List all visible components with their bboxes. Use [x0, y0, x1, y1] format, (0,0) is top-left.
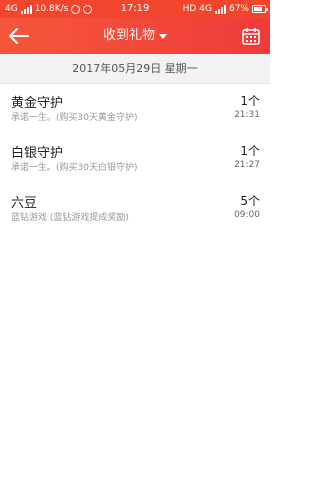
status-right: HD 4G 67% [182, 0, 268, 18]
hd-label: HD [182, 4, 197, 14]
battery-percent: 67% [228, 4, 249, 14]
list-item[interactable]: 白银守护 承诺一生。(购买30天白银守护) 1个 21:27 [0, 134, 270, 178]
gift-time: 21:31 [234, 110, 260, 120]
signal-right-icon [214, 4, 226, 14]
status-bar: 4G 10.8K/s 17:19 HD 4G 67% [0, 0, 270, 18]
gift-list: 黄金守护 承诺一生。(购买30天黄金守护) 1个 21:31 白银守护 承诺一生… [0, 84, 270, 234]
calendar-button[interactable] [241, 26, 261, 46]
gift-count: 5个 [240, 194, 260, 208]
battery-icon [252, 5, 268, 13]
gift-count: 1个 [240, 94, 260, 108]
gift-time: 09:00 [234, 210, 260, 220]
gift-name: 黄金守护 [11, 96, 64, 111]
gift-desc: 蓝钻游戏 (蓝钻游戏提成奖励) [11, 213, 129, 223]
gift-time: 21:27 [234, 160, 260, 170]
page-title: 收到礼物 [102, 28, 155, 43]
network-right-label: 4G [199, 4, 212, 14]
gift-desc: 承诺一生。(购买30天白银守护) [11, 163, 138, 173]
title-dropdown[interactable]: 收到礼物 [0, 18, 270, 54]
list-item[interactable]: 六豆 蓝钻游戏 (蓝钻游戏提成奖励) 5个 09:00 [0, 184, 270, 228]
app-header: 收到礼物 [0, 18, 270, 54]
gift-desc: 承诺一生。(购买30天黄金守护) [11, 113, 138, 123]
screen: 4G 10.8K/s 17:19 HD 4G 67% 收到礼物 2017年05月… [0, 0, 270, 480]
gift-count: 1个 [240, 144, 260, 158]
caret-down-icon [159, 34, 167, 39]
list-item[interactable]: 黄金守护 承诺一生。(购买30天黄金守护) 1个 21:31 [0, 84, 270, 128]
calendar-icon [242, 28, 260, 45]
gift-name: 六豆 [11, 196, 38, 211]
date-bar[interactable]: 2017年05月29日 星期一 [0, 54, 270, 84]
gift-name: 白银守护 [11, 146, 64, 161]
